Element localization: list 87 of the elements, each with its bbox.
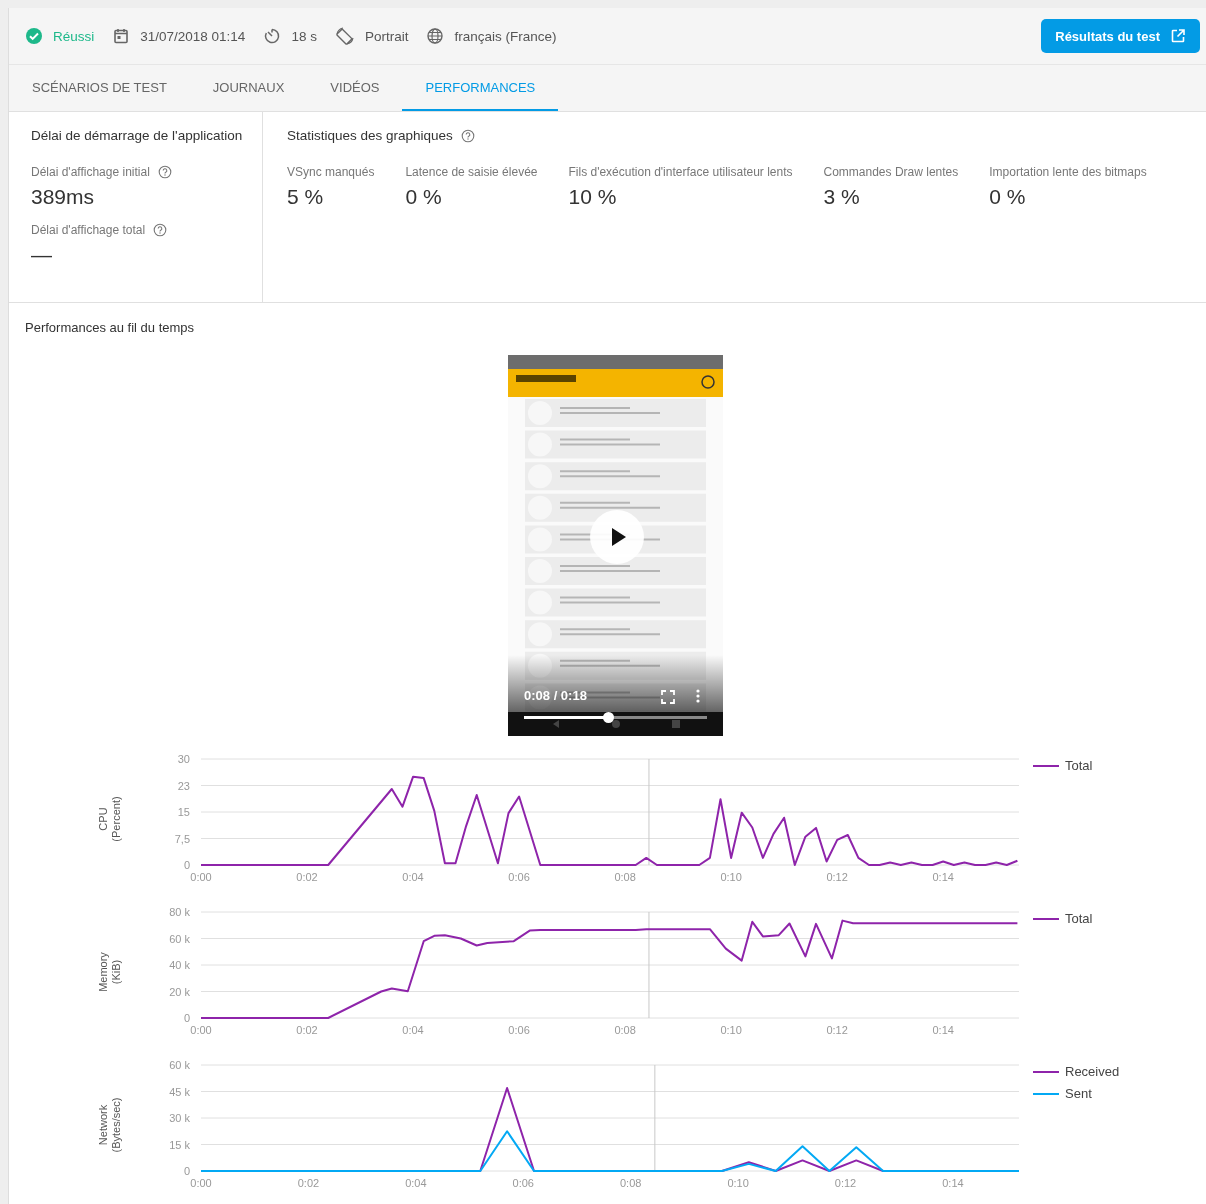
metric-label: Latence de saisie élevée	[405, 165, 538, 179]
check-circle-icon	[25, 27, 43, 45]
section-title: Délai de démarrage de l'application	[31, 128, 244, 143]
metric-value: 389ms	[31, 185, 96, 209]
x-tick-label: 0:08	[619, 1177, 642, 1189]
metric-label: Délai d'affichage total	[31, 223, 146, 237]
summary-text: 18 s	[291, 28, 317, 44]
x-tick-label: 0:06	[512, 1177, 534, 1189]
tab[interactable]: SCÉNARIOS DE TEST	[9, 65, 190, 111]
help-icon[interactable]	[157, 165, 172, 179]
metric-value: 3 %	[823, 185, 861, 209]
external-link-icon	[1170, 28, 1186, 44]
x-tick-label: 0:14	[942, 1177, 964, 1189]
x-tick-label: 0:08	[614, 1024, 636, 1036]
tab[interactable]: PERFORMANCES	[402, 65, 559, 111]
x-tick-label: 0:12	[834, 1177, 857, 1189]
x-tick-label: 0:10	[720, 1024, 742, 1036]
x-tick-label: 0:14	[932, 1024, 954, 1036]
x-tick-label: 0:14	[932, 871, 954, 883]
section-title: Performances au fil du temps	[24, 319, 196, 335]
metric-label: Commandes Draw lentes	[823, 165, 959, 179]
x-tick-label: 0:04	[405, 1177, 427, 1189]
y-tick-label: 15	[177, 806, 190, 818]
y-tick-label: 0	[183, 1165, 190, 1177]
globe-icon	[426, 27, 445, 45]
y-tick-label: 23	[177, 779, 190, 792]
x-tick-label: 0:06	[508, 871, 530, 883]
x-tick-label: 0:12	[826, 1024, 848, 1036]
x-tick-label: 0:00	[190, 871, 212, 883]
play-icon[interactable]	[589, 509, 645, 565]
metric-value: 5 %	[287, 185, 325, 209]
metric-value: 0 %	[989, 185, 1027, 209]
legend-label: Total	[1065, 758, 1093, 773]
metric-value: 0 %	[405, 185, 443, 209]
y-tick-label: 60 k	[169, 1059, 190, 1071]
y-tick-label: 30 k	[169, 1112, 190, 1124]
seek-thumb[interactable]	[603, 712, 615, 723]
x-tick-label: 0:04	[402, 1024, 424, 1036]
x-tick-label: 0:08	[614, 871, 636, 883]
y-tick-label: 30	[177, 753, 190, 765]
x-tick-label: 0:10	[727, 1177, 749, 1189]
x-tick-label: 0:02	[296, 1024, 318, 1036]
x-tick-label: 0:02	[297, 1177, 320, 1189]
y-tick-label: 7,5	[174, 832, 190, 845]
summary-text: français (France)	[454, 28, 557, 44]
summary-text: Portrait	[364, 28, 409, 44]
metric-value: 10 %	[568, 185, 618, 209]
summary-text: 31/07/2018 01:14	[140, 28, 246, 44]
summary-text: Réussi	[53, 28, 95, 44]
tab[interactable]: VIDÉOS	[307, 65, 403, 111]
x-tick-label: 0:04	[402, 871, 424, 883]
x-tick-label: 0:12	[826, 871, 848, 883]
metric-value: —	[31, 243, 53, 267]
help-icon[interactable]	[460, 128, 475, 143]
screen-rotation-icon	[334, 26, 355, 46]
legend-label: Sent	[1065, 1086, 1092, 1101]
legend-label: Received	[1065, 1064, 1120, 1079]
x-tick-label: 0:00	[190, 1177, 212, 1189]
y-tick-label: 40 k	[169, 959, 190, 971]
more-icon[interactable]	[696, 689, 700, 703]
axis-title: CPU (Percent)	[97, 795, 123, 842]
metric-label: Délai d'affichage initial	[31, 165, 150, 179]
video-time: 0:08 / 0:18	[524, 688, 587, 703]
y-tick-label: 80 k	[169, 906, 190, 918]
axis-title: Memory (KiB)	[97, 951, 123, 992]
y-tick-label: 45 k	[169, 1085, 190, 1098]
x-tick-label: 0:02	[296, 871, 318, 883]
axis-title: Network (Bytes/sec)	[97, 1097, 123, 1152]
x-tick-label: 0:00	[190, 1024, 212, 1036]
y-tick-label: 0	[183, 859, 190, 871]
y-tick-label: 15 k	[169, 1138, 190, 1151]
y-tick-label: 0	[183, 1012, 190, 1024]
legend-label: Total	[1065, 911, 1093, 926]
test-results-button[interactable]: Résultats du test	[1041, 19, 1200, 53]
y-tick-label: 60 k	[169, 932, 190, 945]
help-icon[interactable]	[153, 223, 168, 237]
metric-label: VSync manqués	[287, 165, 375, 179]
fullscreen-icon[interactable]	[661, 690, 675, 704]
timer-icon	[263, 27, 282, 45]
x-tick-label: 0:10	[720, 871, 742, 883]
x-tick-label: 0:06	[508, 1024, 530, 1036]
y-tick-label: 20 k	[169, 985, 190, 998]
section-title: Statistiques des graphiques	[287, 128, 453, 143]
tab[interactable]: JOURNAUX	[189, 65, 308, 111]
calendar-icon	[112, 27, 131, 45]
metric-label: Fils d'exécution d'interface utilisateur lents	[568, 165, 793, 179]
metric-label: Importation lente des bitmaps	[989, 165, 1147, 179]
